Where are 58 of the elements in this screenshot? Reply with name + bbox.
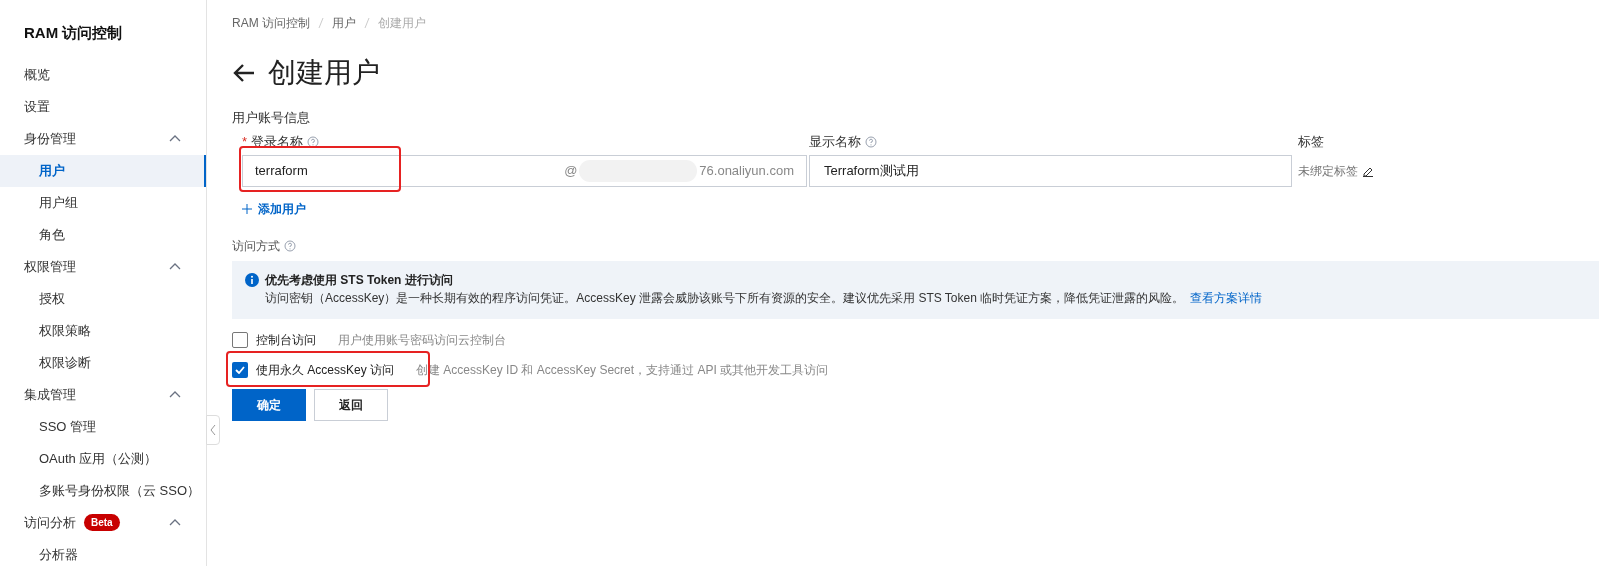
separator-icon — [318, 17, 324, 29]
section-title: 访问方式 — [232, 237, 280, 255]
chevron-left-icon — [209, 424, 217, 436]
add-user-link[interactable]: 添加用户 — [242, 199, 306, 218]
details-link[interactable]: 查看方案详情 — [1190, 288, 1263, 307]
breadcrumb-item[interactable]: 用户 — [332, 14, 356, 32]
group-label: 集成管理 — [24, 385, 76, 404]
notice-text: 访问密钥（AccessKey）是一种长期有效的程序访问凭证。AccessKey 泄露会威胁该账号下所有资源的安全。建议优先采用 STS Token 临时凭证方案，降低凭证泄露的风险。 — [265, 289, 1185, 307]
sidebar-item[interactable]: 设置 — [0, 90, 206, 123]
help-icon — [284, 239, 296, 252]
sidebar-item[interactable]: 用户组 — [0, 186, 206, 219]
checkbox[interactable] — [232, 331, 248, 348]
required-mark: * — [242, 132, 248, 151]
check-icon — [235, 365, 245, 374]
section-title: 用户账号信息 — [232, 109, 311, 127]
separator-icon — [364, 17, 370, 29]
sidebar-item[interactable]: SSO 管理 — [0, 410, 206, 443]
plus-icon — [242, 203, 252, 214]
back-button[interactable]: 返回 — [314, 388, 388, 421]
option-description: 用户使用账号密码访问云控制台 — [338, 331, 506, 349]
option-label: 控制台访问 — [256, 331, 316, 349]
sidebar-item[interactable]: 权限诊断 — [0, 346, 206, 379]
sidebar-group[interactable]: 访问分析 Beta — [0, 506, 206, 539]
field-label: 标签 — [1298, 132, 1325, 151]
back-arrow-icon[interactable] — [232, 63, 256, 83]
sidebar-item[interactable]: 多账号身份权限（云 SSO） — [0, 474, 206, 507]
page-title: 创建用户 — [268, 56, 380, 90]
group-label: 权限管理 — [24, 257, 76, 276]
help-icon — [307, 135, 320, 148]
group-label: 身份管理 — [24, 129, 76, 148]
beta-badge: Beta — [84, 514, 120, 531]
group-label: 访问分析 — [24, 513, 76, 532]
sidebar-group[interactable]: 集成管理 — [0, 378, 206, 411]
domain-suffix: @ — [564, 161, 578, 180]
sidebar-title: RAM 访问控制 — [23, 23, 124, 43]
help-icon — [865, 135, 877, 148]
breadcrumb-item[interactable]: RAM 访问控制 — [232, 14, 310, 32]
sidebar-item[interactable]: 权限策略 — [0, 314, 206, 347]
tags-value: 未绑定标签 — [1298, 162, 1358, 180]
sidebar-item[interactable]: 概览 — [0, 58, 206, 91]
confirm-button[interactable]: 确定 — [232, 388, 306, 421]
sidebar-item[interactable]: 用户 — [0, 154, 206, 187]
checkbox[interactable] — [232, 361, 248, 378]
field-label: 显示名称 — [809, 132, 861, 151]
login-name-field[interactable]: terraform @ 76.onaliyun.com — [242, 154, 807, 187]
info-icon — [245, 272, 259, 287]
sidebar-item[interactable]: 授权 — [0, 282, 206, 315]
domain-suffix: 76.onaliyun.com — [699, 161, 794, 180]
notice-title: 优先考虑使用 STS Token 进行访问 — [265, 271, 454, 289]
display-name-field[interactable]: Terraform测试用 — [809, 154, 1292, 187]
sidebar-item[interactable]: 角色 — [0, 218, 206, 251]
sidebar-item[interactable]: OAuth 应用（公测） — [0, 442, 206, 475]
option-label: 使用永久 AccessKey 访问 — [256, 361, 395, 379]
sidebar-item[interactable]: 分析器 — [0, 538, 206, 566]
field-value: terraform — [255, 161, 308, 180]
breadcrumb-item: 创建用户 — [378, 15, 426, 32]
sidebar-group[interactable]: 权限管理 — [0, 250, 206, 283]
sidebar-group[interactable]: 身份管理 — [0, 122, 206, 155]
